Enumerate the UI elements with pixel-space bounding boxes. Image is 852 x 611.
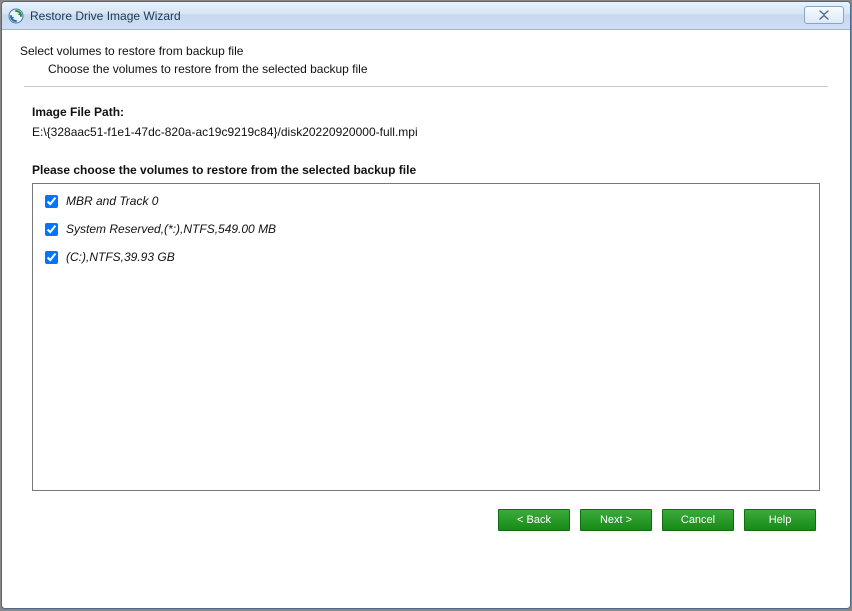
- volume-label: (C:),NTFS,39.93 GB: [66, 250, 175, 264]
- image-path-label: Image File Path:: [32, 105, 832, 119]
- app-icon: [8, 8, 24, 24]
- choose-volumes-label: Please choose the volumes to restore fro…: [32, 163, 832, 177]
- volume-item-c-drive[interactable]: (C:),NTFS,39.93 GB: [45, 250, 807, 264]
- volume-list: MBR and Track 0 System Reserved,(*:),NTF…: [32, 183, 820, 491]
- intro-sub: Choose the volumes to restore from the s…: [48, 62, 832, 76]
- back-button[interactable]: < Back: [498, 509, 570, 531]
- volume-item-system-reserved[interactable]: System Reserved,(*:),NTFS,549.00 MB: [45, 222, 807, 236]
- intro-heading: Select volumes to restore from backup fi…: [20, 44, 832, 58]
- help-button[interactable]: Help: [744, 509, 816, 531]
- button-row: < Back Next > Cancel Help: [20, 491, 832, 547]
- divider: [24, 86, 828, 87]
- volume-checkbox[interactable]: [45, 251, 58, 264]
- wizard-window: Restore Drive Image Wizard Select volume…: [1, 1, 851, 609]
- window-title: Restore Drive Image Wizard: [30, 9, 181, 23]
- content-area: Select volumes to restore from backup fi…: [2, 30, 850, 608]
- volume-checkbox[interactable]: [45, 195, 58, 208]
- titlebar: Restore Drive Image Wizard: [2, 2, 850, 30]
- volume-label: System Reserved,(*:),NTFS,549.00 MB: [66, 222, 276, 236]
- next-button[interactable]: Next >: [580, 509, 652, 531]
- volume-item-mbr[interactable]: MBR and Track 0: [45, 194, 807, 208]
- volume-checkbox[interactable]: [45, 223, 58, 236]
- cancel-button[interactable]: Cancel: [662, 509, 734, 531]
- close-button[interactable]: [804, 6, 844, 24]
- volume-label: MBR and Track 0: [66, 194, 158, 208]
- image-path-value: E:\{328aac51-f1e1-47dc-820a-ac19c9219c84…: [32, 125, 832, 139]
